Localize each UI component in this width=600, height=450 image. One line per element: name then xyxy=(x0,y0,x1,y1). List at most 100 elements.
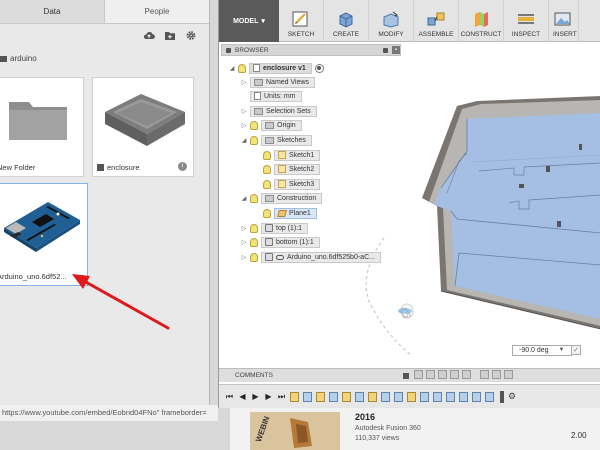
sketch-tool[interactable]: SKETCH xyxy=(279,0,324,42)
collapse-icon[interactable] xyxy=(226,47,231,53)
tree-item-named-views[interactable]: ▷ Named Views xyxy=(241,76,316,88)
activate-radio-icon[interactable] xyxy=(314,63,324,73)
tree-item-plane1[interactable]: Plane1 xyxy=(263,207,317,219)
comments-bar[interactable]: COMMENTS xyxy=(219,368,600,382)
timeline-back-icon[interactable]: ◀ xyxy=(238,392,247,401)
inspect-tool[interactable]: INSPECT xyxy=(504,0,549,42)
visibility-bulb-icon[interactable] xyxy=(250,252,258,262)
modify-tool[interactable]: MODIFY xyxy=(369,0,414,42)
cloud-upload-icon[interactable] xyxy=(143,30,155,41)
tree-item-sketch2[interactable]: Sketch2 xyxy=(263,163,321,175)
look-at-icon[interactable] xyxy=(426,370,435,379)
expand-arrow-icon[interactable]: ▷ xyxy=(241,239,247,246)
video-thumbnail[interactable]: WEBIN xyxy=(250,412,340,450)
file-card-arduino[interactable]: Arduino_uno.6df52... xyxy=(0,183,88,286)
tab-data[interactable]: Data xyxy=(0,0,105,23)
timeline-extrude-feature[interactable] xyxy=(420,391,429,402)
tab-people[interactable]: People xyxy=(105,0,209,23)
tree-item-bottom[interactable]: ▷ bottom (1):1 xyxy=(241,236,320,248)
settings-gear-icon[interactable] xyxy=(185,30,197,41)
visibility-bulb-icon[interactable] xyxy=(250,223,258,233)
tree-item-selection-sets[interactable]: ▷ Selection Sets xyxy=(241,105,317,117)
angle-dropdown-icon[interactable]: ▼ xyxy=(557,346,566,355)
breadcrumb[interactable]: arduino xyxy=(0,54,37,63)
collapse-arrow-icon[interactable]: ◢ xyxy=(241,195,247,202)
timeline-component-feature[interactable] xyxy=(459,391,468,402)
timeline-extrude-feature[interactable] xyxy=(303,391,312,402)
timeline-play-icon[interactable]: ▶ xyxy=(251,392,260,401)
tree-item-sketch1[interactable]: Sketch1 xyxy=(263,149,321,161)
grid-settings-icon[interactable] xyxy=(492,370,501,379)
video-title[interactable]: 2016 xyxy=(355,412,375,422)
fit-icon[interactable] xyxy=(462,370,471,379)
file-name: New Folder xyxy=(0,163,36,172)
timeline-forward-icon[interactable]: ▶ xyxy=(264,392,273,401)
timeline-start-icon[interactable]: ⏮ xyxy=(225,392,234,402)
visibility-bulb-icon[interactable] xyxy=(263,150,271,160)
close-icon[interactable]: ▪ xyxy=(392,46,400,54)
assemble-tool[interactable]: ASSEMBLE xyxy=(414,0,459,42)
navigation-toolbar xyxy=(414,370,513,379)
angle-confirm-icon[interactable]: ✓ xyxy=(571,345,581,355)
tree-item-origin[interactable]: ▷ Origin xyxy=(241,119,302,131)
timeline-extrude-feature[interactable] xyxy=(433,391,442,402)
timeline-marker[interactable] xyxy=(500,390,504,403)
expand-arrow-icon[interactable]: ▷ xyxy=(241,122,247,129)
timeline-sketch-feature[interactable] xyxy=(316,391,325,402)
data-panel: Data People arduino New Folder enclosure… xyxy=(0,0,210,405)
orbit-icon[interactable] xyxy=(414,370,423,379)
timeline-component-feature[interactable] xyxy=(472,391,481,402)
insert-tool[interactable]: INSERT xyxy=(549,0,579,42)
pan-icon[interactable] xyxy=(438,370,447,379)
expand-arrow-icon[interactable]: ▷ xyxy=(241,254,247,261)
tree-item-top[interactable]: ▷ top (1):1 xyxy=(241,222,309,234)
display-settings-icon[interactable] xyxy=(480,370,489,379)
zoom-icon[interactable] xyxy=(450,370,459,379)
create-tool[interactable]: CREATE xyxy=(324,0,369,42)
file-card-enclosure[interactable]: enclosure i xyxy=(92,77,194,177)
file-card-folder[interactable]: New Folder xyxy=(0,77,84,177)
tree-root[interactable]: ◢ enclosure v1 xyxy=(229,62,324,74)
timeline-sketch-feature[interactable] xyxy=(290,391,299,402)
tree-item-arduino[interactable]: ▷ Arduino_uno.6df525b0-aC... xyxy=(241,251,381,263)
visibility-bulb-icon[interactable] xyxy=(250,120,258,130)
construct-tool[interactable]: CONSTRUCT xyxy=(459,0,504,42)
timeline-shell-feature[interactable] xyxy=(381,391,390,402)
timeline-sketch-feature[interactable] xyxy=(407,391,416,402)
tree-item-units[interactable]: Units: mm xyxy=(241,90,302,102)
visibility-bulb-icon[interactable] xyxy=(263,164,271,174)
browser-panel: BROWSER ▪ xyxy=(221,44,401,56)
visibility-bulb-icon[interactable] xyxy=(263,179,271,189)
timeline-extrude-feature[interactable] xyxy=(329,391,338,402)
info-icon[interactable]: i xyxy=(178,162,187,171)
component-icon xyxy=(265,253,273,261)
expand-comments-icon[interactable] xyxy=(402,372,409,379)
visibility-bulb-icon[interactable] xyxy=(250,237,258,247)
viewports-icon[interactable] xyxy=(504,370,513,379)
expand-arrow-icon[interactable]: ▷ xyxy=(241,108,247,115)
timeline-plane-feature[interactable] xyxy=(368,391,377,402)
visibility-bulb-icon[interactable] xyxy=(250,135,258,145)
visibility-bulb-icon[interactable] xyxy=(250,193,258,203)
new-folder-icon[interactable] xyxy=(164,30,176,41)
timeline-extrude-feature[interactable] xyxy=(394,391,403,402)
visibility-bulb-icon[interactable] xyxy=(238,63,246,73)
collapse-arrow-icon[interactable]: ◢ xyxy=(241,137,247,144)
pin-icon[interactable] xyxy=(383,47,388,53)
tree-item-construction[interactable]: ◢ Construction xyxy=(241,192,323,204)
timeline-end-icon[interactable]: ⏭ xyxy=(277,392,286,402)
model-workspace-button[interactable]: MODEL ▾ xyxy=(219,0,279,42)
tree-item-sketch3[interactable]: Sketch3 xyxy=(263,178,321,190)
expand-arrow-icon[interactable]: ▷ xyxy=(241,225,247,232)
timeline-sketch-feature[interactable] xyxy=(342,391,351,402)
expand-arrow-icon[interactable]: ▷ xyxy=(241,79,247,86)
visibility-bulb-icon[interactable] xyxy=(263,208,271,218)
video-channel[interactable]: Autodesk Fusion 360 xyxy=(355,425,421,432)
tree-item-sketches[interactable]: ◢ Sketches xyxy=(241,134,312,146)
timeline-settings-icon[interactable]: ⚙ xyxy=(508,391,516,402)
timeline-split-feature[interactable] xyxy=(446,391,455,402)
breadcrumb-label: arduino xyxy=(10,54,37,63)
timeline-joint-feature[interactable] xyxy=(485,391,494,402)
timeline-extrude-feature[interactable] xyxy=(355,391,364,402)
collapse-arrow-icon[interactable]: ◢ xyxy=(229,65,235,72)
